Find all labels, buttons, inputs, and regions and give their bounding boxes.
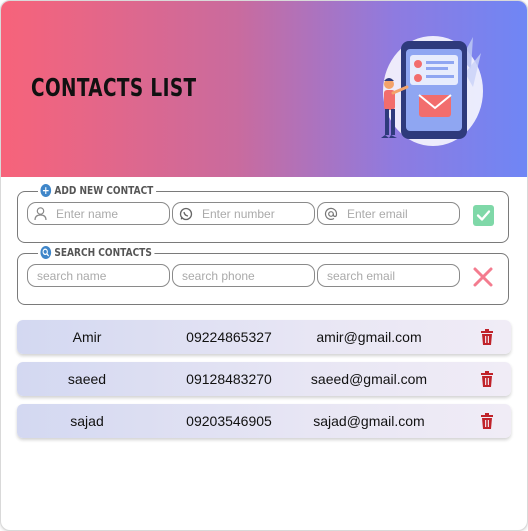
add-contact-legend: + ADD NEW CONTACT	[38, 184, 156, 197]
add-contact-group: + ADD NEW CONTACT	[17, 184, 509, 243]
search-name-input[interactable]	[28, 268, 169, 283]
search-phone-field[interactable]	[172, 264, 315, 287]
page-title: CONTACTS LIST	[31, 73, 197, 102]
name-input[interactable]	[52, 206, 169, 221]
contact-email: saeed@gmail.com	[310, 371, 428, 387]
user-icon	[34, 206, 47, 222]
trash-icon	[481, 371, 493, 387]
contact-phone: 09224865327	[186, 329, 272, 345]
whatsapp-icon	[179, 206, 193, 222]
search-contacts-legend: SEARCH CONTACTS	[38, 246, 155, 259]
search-email-input[interactable]	[318, 268, 459, 283]
add-name-field[interactable]	[27, 202, 170, 225]
clear-search-button[interactable]	[472, 266, 494, 288]
search-name-field[interactable]	[27, 264, 170, 287]
at-sign-icon	[324, 206, 338, 222]
search-contacts-group: SEARCH CONTACTS	[17, 246, 509, 305]
delete-contact-button[interactable]	[479, 370, 495, 388]
search-email-field[interactable]	[317, 264, 460, 287]
delete-contact-button[interactable]	[479, 328, 495, 346]
search-icon	[40, 246, 52, 259]
trash-icon	[481, 329, 493, 345]
contact-name: sajad	[70, 413, 104, 429]
contact-row: saeed 09128483270 saeed@gmail.com	[17, 362, 511, 396]
contact-row: sajad 09203546905 sajad@gmail.com	[17, 404, 511, 438]
header-banner: CONTACTS LIST	[1, 1, 527, 177]
add-number-field[interactable]	[172, 202, 315, 225]
search-phone-input[interactable]	[173, 268, 314, 283]
contacts-card: CONTACTS LIST + ADD NEW CONTACT Enter na…	[0, 0, 528, 531]
check-square-icon	[472, 204, 494, 226]
contact-email: amir@gmail.com	[316, 329, 422, 345]
email-input[interactable]	[343, 206, 459, 221]
contact-row: Amir 09224865327 amir@gmail.com	[17, 320, 511, 354]
contacts-list: Amir 09224865327 amir@gmail.com saeed 09…	[17, 320, 511, 446]
search-contacts-legend-text: SEARCH CONTACTS	[54, 246, 152, 259]
plus-circle-icon: +	[40, 184, 52, 197]
delete-contact-button[interactable]	[479, 412, 495, 430]
add-contact-legend-text: ADD NEW CONTACT	[54, 184, 154, 197]
number-input[interactable]	[198, 206, 314, 221]
close-icon	[473, 267, 493, 287]
add-email-field[interactable]	[317, 202, 460, 225]
add-contact-button[interactable]	[472, 204, 494, 226]
contact-phone-illustration-icon	[381, 36, 483, 146]
contact-email: sajad@gmail.com	[313, 413, 425, 429]
contact-name: Amir	[72, 329, 102, 345]
contact-phone: 09203546905	[186, 413, 272, 429]
contact-name: saeed	[67, 371, 107, 387]
trash-icon	[481, 413, 493, 429]
contact-phone: 09128483270	[186, 371, 272, 387]
